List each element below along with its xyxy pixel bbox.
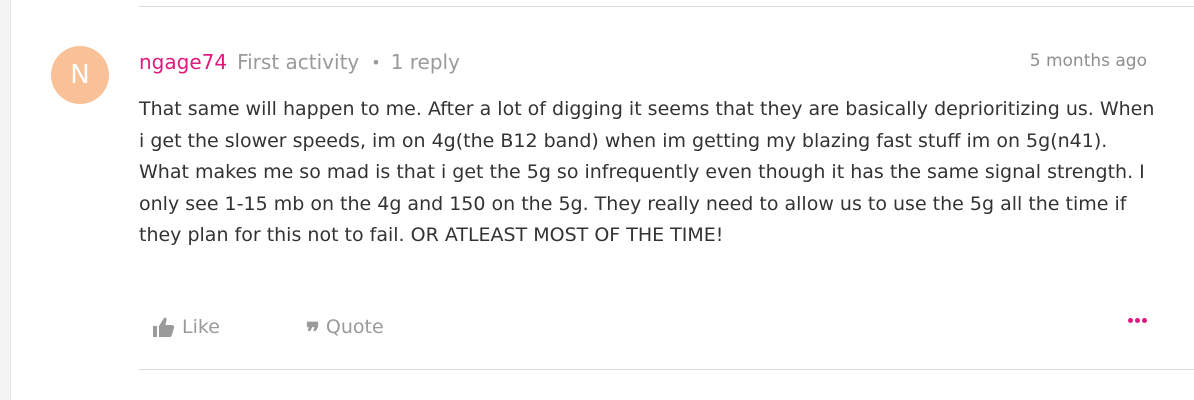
thumbs-up-icon xyxy=(153,317,175,337)
like-label: Like xyxy=(182,316,220,338)
quote-label: Quote xyxy=(325,316,384,338)
post-meta: ngage74 First activity • 1 reply xyxy=(139,48,460,76)
avatar[interactable]: N xyxy=(51,46,109,104)
post-actions: Like ❞ Quote xyxy=(151,312,384,346)
quote-icon: ❞ xyxy=(305,318,320,348)
more-dot xyxy=(1142,318,1147,323)
more-dot xyxy=(1135,318,1140,323)
post-card: N ngage74 First activity • 1 reply 5 mon… xyxy=(10,0,1194,400)
activity-badge: First activity xyxy=(237,50,360,74)
meta-separator: • xyxy=(371,52,381,72)
post-body: That same will happen to me. After a lot… xyxy=(139,98,1155,246)
quote-button[interactable]: ❞ Quote xyxy=(306,316,384,346)
reply-count-link[interactable]: 1 reply xyxy=(391,50,460,74)
like-button[interactable]: Like xyxy=(151,316,220,338)
more-options-icon[interactable] xyxy=(1128,318,1147,323)
top-divider xyxy=(139,6,1194,7)
author-link[interactable]: ngage74 xyxy=(139,50,227,74)
post-timestamp[interactable]: 5 months ago xyxy=(1030,51,1147,71)
bottom-divider xyxy=(139,369,1194,370)
more-dot xyxy=(1128,318,1133,323)
